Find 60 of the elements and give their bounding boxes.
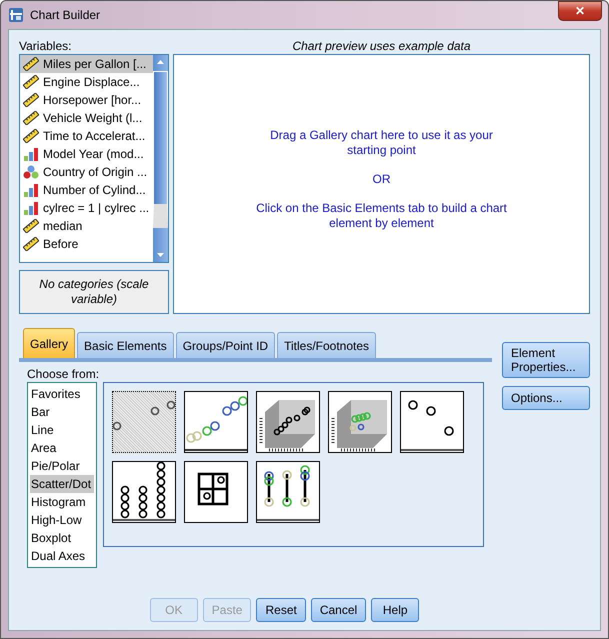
- ruler-icon: [23, 237, 39, 251]
- variable-item[interactable]: Before: [20, 235, 153, 253]
- ruler-icon: [23, 129, 39, 143]
- chart-type-item[interactable]: Area: [30, 439, 94, 457]
- circles-icon: [23, 165, 39, 179]
- variables-label: Variables:: [19, 38, 72, 54]
- tab[interactable]: Titles/Footnotes: [277, 332, 376, 358]
- dialog-button[interactable]: Cancel: [310, 598, 366, 622]
- bar-chart-icon: [23, 183, 39, 197]
- side-button[interactable]: Options...: [502, 386, 590, 410]
- close-button[interactable]: ✕: [558, 1, 602, 21]
- bar-chart-icon: [23, 201, 39, 215]
- window-title: Chart Builder: [30, 8, 100, 22]
- categories-note: No categories (scale variable): [19, 270, 169, 314]
- variable-item[interactable]: Number of Cylind...: [20, 181, 153, 199]
- scrollbar[interactable]: [153, 55, 168, 262]
- chart-thumbnail[interactable]: [112, 461, 176, 523]
- dialog-button[interactable]: Reset: [256, 598, 306, 622]
- chart-thumbnail[interactable]: [112, 391, 176, 453]
- tab[interactable]: Groups/Point ID: [176, 332, 276, 358]
- chart-type-item[interactable]: Favorites: [30, 385, 94, 403]
- chart-thumbnail[interactable]: [400, 391, 464, 453]
- variable-item[interactable]: Country of Origin ...: [20, 163, 153, 181]
- chart-thumbnail[interactable]: [184, 391, 248, 453]
- chart-type-item[interactable]: Dual Axes: [30, 547, 94, 565]
- tab[interactable]: Gallery: [23, 328, 76, 358]
- choose-from-label: Choose from:: [27, 366, 100, 382]
- chart-type-item[interactable]: Bar: [30, 403, 94, 421]
- chart-type-item[interactable]: Histogram: [30, 493, 94, 511]
- variable-item[interactable]: cylrec = 1 | cylrec ...: [20, 199, 153, 217]
- ruler-icon: [23, 75, 39, 89]
- variable-item[interactable]: Horsepower [hor...: [20, 91, 153, 109]
- dialog-button[interactable]: Help: [371, 598, 420, 622]
- chart-type-item[interactable]: Pie/Polar: [30, 457, 94, 475]
- variable-item[interactable]: median: [20, 217, 153, 235]
- variable-item[interactable]: Vehicle Weight (l...: [20, 109, 153, 127]
- variable-item[interactable]: Time to Accelerat...: [20, 127, 153, 145]
- preview-caption: Chart preview uses example data: [291, 38, 472, 54]
- side-button[interactable]: Element Properties...: [502, 342, 590, 378]
- chart-builder-icon: [8, 7, 24, 23]
- chart-thumbnail[interactable]: [256, 461, 320, 523]
- preview-instruction: Drag a Gallery chart here to use it as your starting point: [269, 128, 494, 158]
- chart-type-item[interactable]: High-Low: [30, 511, 94, 529]
- ruler-icon: [23, 111, 39, 125]
- chart-type-item[interactable]: Scatter/Dot: [30, 475, 94, 493]
- variable-item[interactable]: Engine Displace...: [20, 73, 153, 91]
- ruler-icon: [23, 57, 39, 71]
- ruler-icon: [23, 219, 39, 233]
- ruler-icon: [23, 93, 39, 107]
- preview-instruction: Click on the Basic Elements tab to build a chart element by element: [255, 200, 508, 230]
- variable-item[interactable]: Miles per Gallon [...: [20, 55, 153, 73]
- chart-thumbnail[interactable]: [256, 391, 320, 453]
- chart-type-item[interactable]: Boxplot: [30, 529, 94, 547]
- chart-thumbnail[interactable]: [328, 391, 392, 453]
- variable-item[interactable]: Model Year (mod...: [20, 145, 153, 163]
- tab[interactable]: Basic Elements: [77, 332, 174, 358]
- chart-thumbnail[interactable]: [184, 461, 248, 523]
- preview-instruction: OR: [372, 172, 392, 186]
- bar-chart-icon: [23, 147, 39, 161]
- chart-type-item[interactable]: Line: [30, 421, 94, 439]
